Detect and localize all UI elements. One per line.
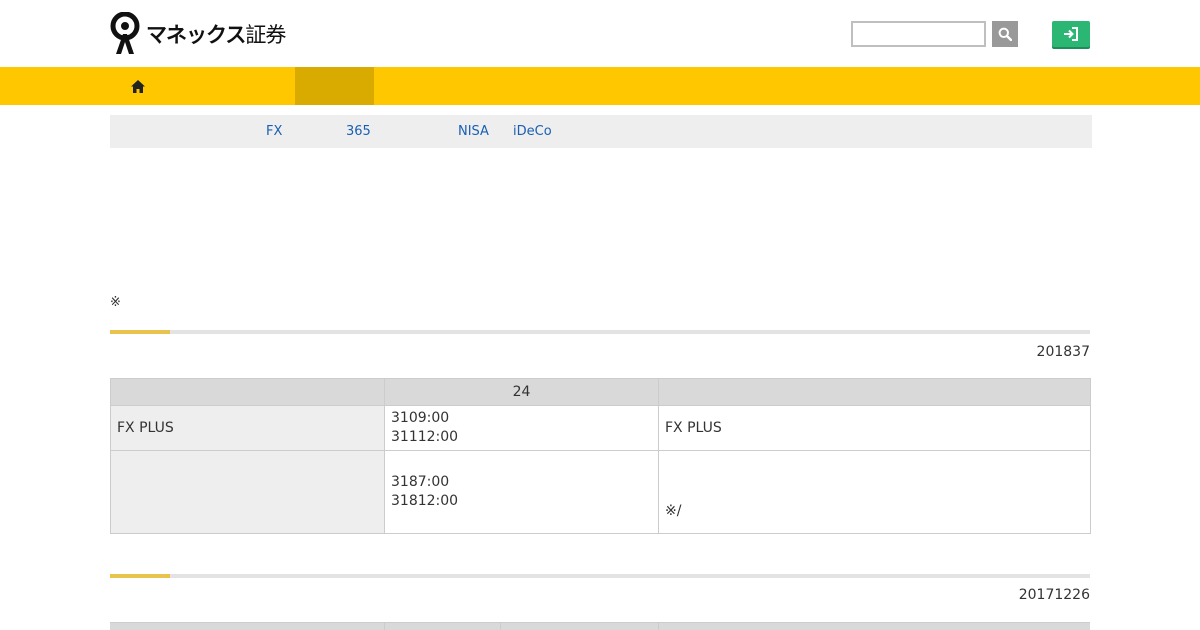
home-icon: [130, 79, 145, 93]
note-line: ※/: [665, 502, 682, 519]
column-separator: [658, 623, 659, 630]
table-row: 3187:00 31812:00 ※/: [110, 450, 1091, 534]
time-line: 3187:00: [391, 474, 450, 490]
row-times: 3187:00 31812:00: [384, 450, 659, 534]
nav-item-active[interactable]: [295, 67, 374, 105]
subnav-link-ideco[interactable]: iDeCo: [513, 124, 552, 139]
note-line: [665, 483, 1084, 502]
time-line: 3109:00: [391, 410, 450, 426]
logo-figure-icon: [110, 12, 140, 54]
table-header-cell: [110, 378, 385, 406]
table-header-cell: 24: [384, 378, 659, 406]
magnifier-icon: [998, 27, 1012, 41]
global-nav: [0, 67, 1200, 105]
column-separator: [384, 623, 385, 630]
nav-home[interactable]: [110, 67, 165, 105]
time-line: 31812:00: [391, 493, 459, 509]
site-header: マネックス証券: [0, 0, 1200, 67]
login-button[interactable]: [1052, 21, 1090, 47]
table-header-row: [110, 622, 1090, 630]
search-input[interactable]: [851, 21, 986, 47]
row-label: FX PLUS: [110, 405, 385, 451]
row-note: FX PLUS: [658, 405, 1091, 451]
section-date: 201837: [1036, 344, 1090, 360]
subnav-link-fx[interactable]: FX: [266, 124, 282, 139]
row-label: [110, 450, 385, 534]
note-line: FX PLUS: [665, 419, 722, 436]
search-button[interactable]: [992, 21, 1018, 47]
sub-nav: FX 365 NISA iDeCo: [110, 115, 1092, 148]
table-header-row: 24: [110, 378, 1091, 406]
section-divider: [110, 330, 1090, 334]
schedule-table: 24 FX PLUS 3109:00 31112:00 FX PLUS 3187…: [110, 378, 1091, 534]
table-row: FX PLUS 3109:00 31112:00 FX PLUS: [110, 405, 1091, 451]
subnav-link-365[interactable]: 365: [346, 124, 371, 139]
subnav-link-nisa[interactable]: NISA: [458, 124, 489, 139]
row-times: 3109:00 31112:00: [384, 405, 659, 451]
table-header-cell: [658, 378, 1091, 406]
divider-accent: [110, 574, 170, 578]
page-note: ※: [110, 295, 121, 310]
row-note: ※/: [658, 450, 1091, 534]
note-line: [665, 464, 1084, 483]
sign-in-icon: [1064, 27, 1078, 41]
time-line: 31112:00: [391, 429, 459, 445]
monex-logo[interactable]: マネックス証券: [110, 12, 286, 56]
section-divider: [110, 574, 1090, 578]
logo-text: マネックス証券: [146, 23, 286, 47]
section-date: 20171226: [1018, 587, 1090, 603]
divider-accent: [110, 330, 170, 334]
column-separator: [500, 623, 501, 630]
